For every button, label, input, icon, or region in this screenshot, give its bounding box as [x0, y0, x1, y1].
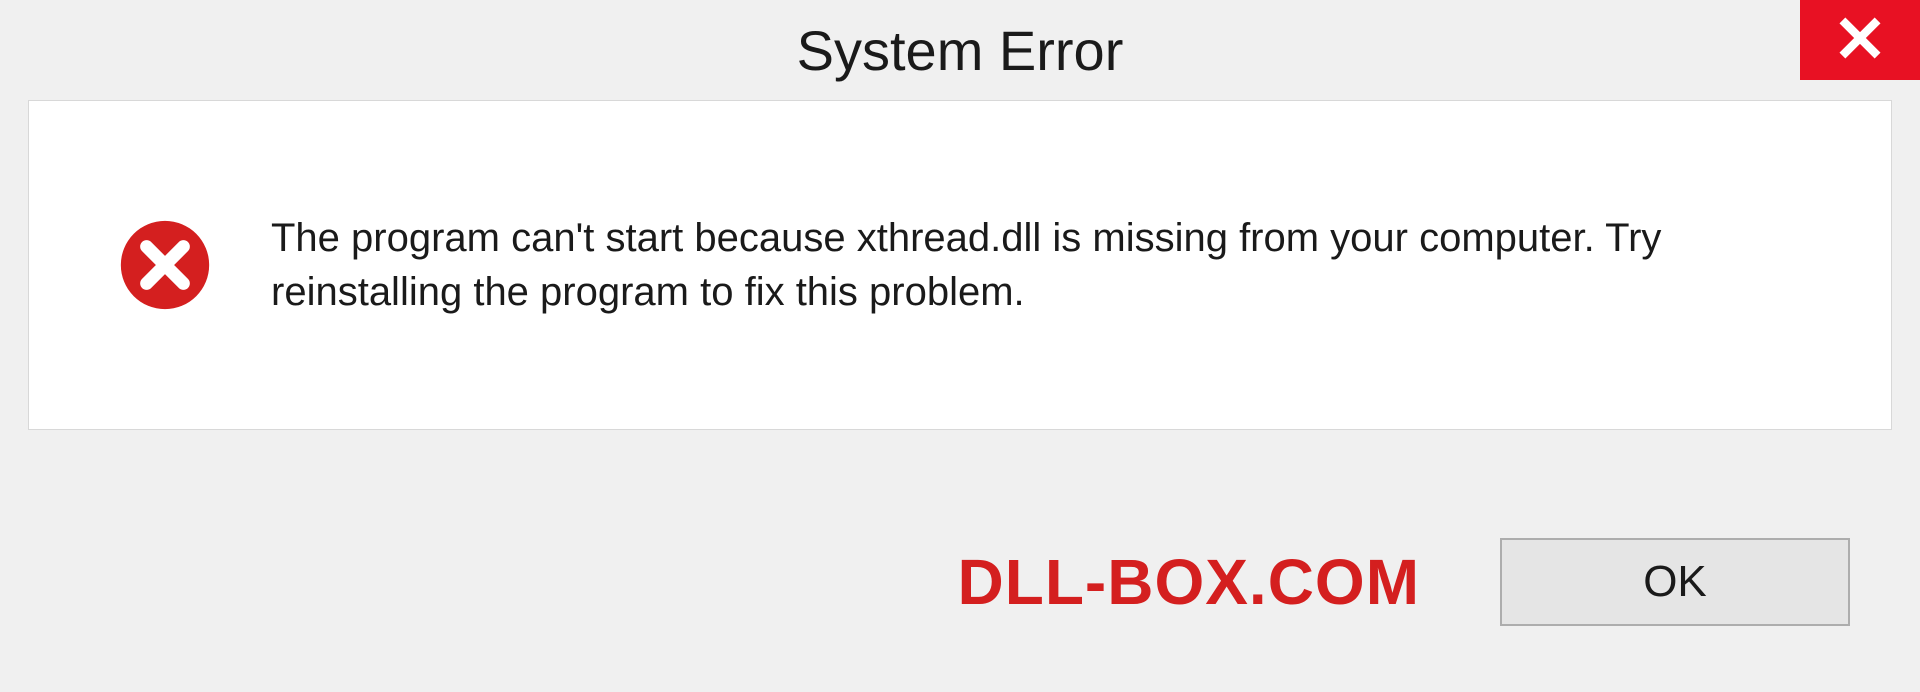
ok-button[interactable]: OK — [1500, 538, 1850, 626]
watermark-text: DLL-BOX.COM — [958, 545, 1421, 619]
close-button[interactable] — [1800, 0, 1920, 80]
dialog-title: System Error — [797, 18, 1124, 83]
ok-button-label: OK — [1643, 557, 1707, 607]
content-panel: The program can't start because xthread.… — [28, 100, 1892, 430]
error-icon — [119, 219, 211, 311]
error-dialog-window: System Error The program can't start bec… — [0, 0, 1920, 692]
title-bar: System Error — [0, 0, 1920, 100]
close-icon — [1838, 16, 1882, 65]
dialog-footer: DLL-BOX.COM OK — [0, 512, 1920, 692]
error-message: The program can't start because xthread.… — [271, 211, 1851, 319]
